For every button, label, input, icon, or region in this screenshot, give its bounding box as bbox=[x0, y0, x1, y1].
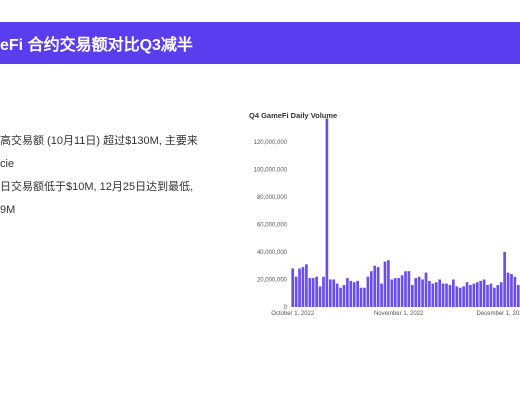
bar bbox=[339, 287, 342, 307]
bar bbox=[318, 286, 322, 307]
bar bbox=[294, 276, 298, 307]
y-tick-label: 20,000,000 bbox=[257, 277, 288, 283]
bullet-line: 9M bbox=[0, 204, 16, 216]
bar bbox=[510, 273, 513, 307]
bar bbox=[369, 271, 373, 307]
bar bbox=[383, 261, 387, 307]
bar bbox=[376, 267, 380, 307]
bar bbox=[479, 280, 483, 307]
bar bbox=[414, 278, 418, 307]
bar bbox=[469, 284, 472, 307]
bullet-line: cie bbox=[0, 158, 15, 170]
bar bbox=[462, 286, 465, 307]
title-banner: eFi 合约交易额对比Q3减半 bbox=[0, 22, 520, 64]
bar bbox=[445, 283, 448, 307]
bar bbox=[325, 118, 329, 307]
bar bbox=[496, 284, 500, 307]
bar bbox=[359, 287, 363, 307]
bar bbox=[455, 286, 459, 307]
y-tick-label: 40,000,000 bbox=[257, 250, 288, 256]
bullet-line: 日交易额低于$10M, 12月25日达到最低, bbox=[0, 181, 194, 193]
bar bbox=[424, 272, 428, 307]
bar bbox=[503, 251, 506, 307]
y-tick-label: 120,000,000 bbox=[254, 140, 288, 146]
bar bbox=[315, 276, 318, 307]
bar bbox=[390, 279, 394, 307]
bar bbox=[472, 283, 476, 307]
x-tick-label: October 1, 2022 bbox=[271, 311, 315, 317]
y-tick-label: 60,000,000 bbox=[257, 222, 288, 228]
bullet-list: 高交易额 (10月11日) 超过$130M, 主要来 cie 日交易额低于$10… bbox=[0, 130, 230, 222]
bar bbox=[366, 276, 370, 307]
bar bbox=[387, 260, 390, 307]
bar bbox=[363, 287, 366, 307]
y-tick-label: 100,000,000 bbox=[254, 167, 288, 173]
x-tick-label: December 1, 2022 bbox=[477, 311, 520, 317]
bar bbox=[352, 282, 356, 307]
bar bbox=[380, 283, 383, 307]
bar bbox=[407, 271, 411, 307]
bar bbox=[493, 287, 496, 307]
bar bbox=[421, 279, 424, 307]
x-tick-label: November 1, 2022 bbox=[374, 311, 424, 317]
bar bbox=[465, 282, 469, 307]
bar bbox=[482, 279, 486, 307]
bar bbox=[349, 280, 353, 307]
volume-chart: Q4 GameFi Daily Volume 0 20,000,000 40,000… bbox=[245, 108, 520, 323]
bar bbox=[397, 278, 400, 307]
bar bbox=[298, 268, 301, 307]
bar bbox=[499, 282, 503, 307]
bar bbox=[404, 271, 407, 307]
bar bbox=[434, 282, 438, 307]
bar bbox=[438, 279, 442, 307]
bar bbox=[458, 287, 462, 307]
bar bbox=[301, 267, 305, 307]
bar bbox=[513, 276, 517, 307]
bar bbox=[328, 279, 332, 307]
bar bbox=[311, 278, 315, 307]
bar bbox=[291, 268, 295, 307]
bar bbox=[356, 280, 359, 307]
bar bbox=[431, 283, 435, 307]
bar bbox=[417, 276, 421, 307]
page-title: eFi 合约交易额对比Q3减半 bbox=[0, 37, 193, 54]
bar bbox=[332, 279, 336, 307]
bar bbox=[411, 284, 414, 307]
bar bbox=[373, 265, 377, 307]
bar bbox=[342, 284, 346, 307]
y-tick-label: 80,000,000 bbox=[257, 195, 288, 201]
bar bbox=[475, 282, 479, 307]
bar bbox=[516, 284, 520, 307]
bar bbox=[305, 264, 308, 307]
bar bbox=[308, 278, 312, 307]
bar bbox=[393, 278, 397, 307]
chart-svg: 020,000,00040,000,00060,000,00080,000,00… bbox=[254, 118, 520, 317]
bar bbox=[428, 280, 431, 307]
bar bbox=[489, 283, 493, 307]
bar bbox=[335, 283, 339, 307]
bar bbox=[346, 278, 349, 307]
bar bbox=[486, 284, 489, 307]
bar bbox=[506, 272, 510, 307]
bar bbox=[448, 284, 452, 307]
bar bbox=[322, 276, 325, 307]
bar bbox=[400, 275, 404, 307]
bar bbox=[441, 283, 445, 307]
bar bbox=[452, 279, 455, 307]
bullet-line: 高交易额 (10月11日) 超过$130M, 主要来 bbox=[0, 135, 198, 147]
